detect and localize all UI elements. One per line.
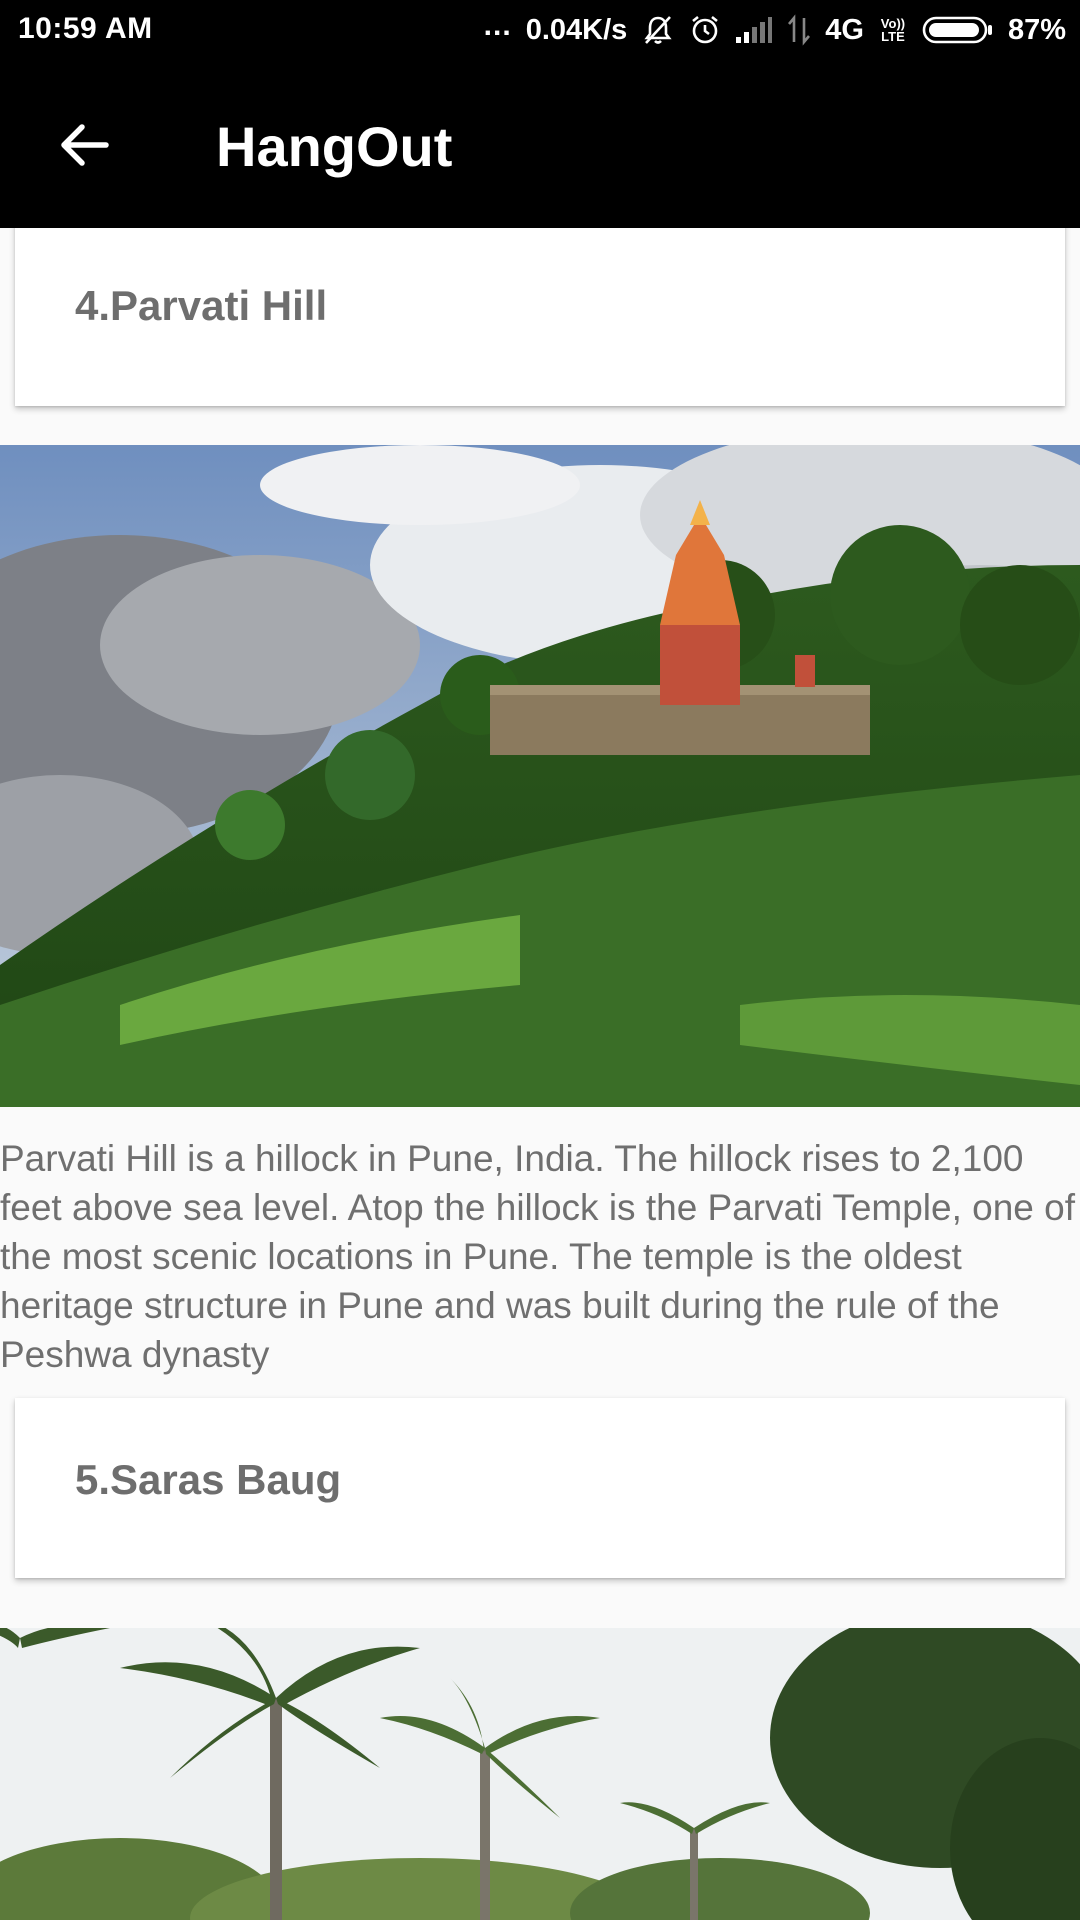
place-card-saras-baug[interactable]: 5.Saras Baug: [15, 1398, 1065, 1578]
network-type: 4G: [825, 13, 864, 46]
app-bar: HangOut: [0, 60, 1080, 228]
place-title: 4.Parvati Hill: [75, 282, 328, 329]
battery-percent: 87%: [1007, 13, 1066, 46]
arrow-left-icon: [61, 124, 109, 166]
data-transfer-icon: [787, 14, 811, 46]
status-icons: ... 0.04K/s 4G Vo)) LTE 87%: [483, 9, 1066, 50]
volte-bottom: LTE: [881, 29, 905, 44]
place-card-parvati-hill[interactable]: 4.Parvati Hill: [15, 228, 1065, 406]
app-title: HangOut: [216, 115, 453, 178]
place-photo-parvati-hill: [0, 445, 1080, 1107]
place-photo-saras-baug: [0, 1628, 1080, 1920]
status-time: 10:59 AM: [18, 12, 153, 45]
content-list[interactable]: 4.Parvati Hill Parvati Hill is a hillock…: [0, 228, 1080, 1920]
battery-icon: [922, 15, 994, 45]
more-notifications-icon: ...: [483, 9, 512, 42]
status-bar: 10:59 AM ... 0.04K/s 4G Vo)) LTE 87%: [0, 0, 1080, 60]
alarm-icon: [689, 14, 721, 46]
place-description: Parvati Hill is a hillock in Pune, India…: [0, 1138, 1076, 1375]
volte-icon: Vo)) LTE: [878, 17, 908, 43]
network-speed: 0.04K/s: [525, 13, 628, 46]
vibrate-off-icon: [641, 13, 675, 47]
place-title: 5.Saras Baug: [75, 1456, 342, 1503]
screen: 10:59 AM ... 0.04K/s 4G Vo)) LTE 87% Han…: [0, 0, 1080, 1920]
signal-strength-icon: [735, 15, 773, 45]
back-button[interactable]: [44, 110, 124, 180]
